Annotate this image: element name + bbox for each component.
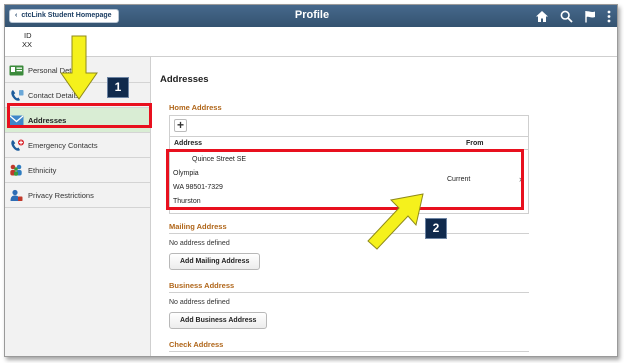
id-label: ID [24, 31, 32, 40]
add-mailing-address-button[interactable]: Add Mailing Address [169, 253, 261, 270]
mailing-empty-text: No address defined [169, 240, 230, 247]
app-window: ‹ ctcLink Student Homepage Profile ID XX … [4, 4, 618, 357]
mailing-address-title: Mailing Address [169, 222, 227, 231]
privacy-user-icon [9, 189, 24, 202]
column-header-address: Address [174, 140, 203, 147]
arrow-down-icon [60, 35, 98, 100]
business-divider [169, 292, 529, 293]
home-icon[interactable] [535, 10, 549, 23]
highlight-box-home-address [166, 149, 524, 210]
arrow-up-right-icon [367, 193, 424, 250]
sidebar: Personal Details Contact Details Address… [5, 57, 151, 356]
addresses-heading: Addresses [160, 74, 209, 85]
highlight-box-addresses [7, 103, 152, 128]
sidebar-item-label: Ethnicity [28, 165, 57, 175]
check-divider [169, 351, 529, 352]
emergency-phone-icon [9, 139, 24, 152]
check-address-title: Check Address [169, 340, 224, 349]
header-bar: ‹ ctcLink Student Homepage Profile [5, 5, 617, 27]
business-empty-text: No address defined [169, 299, 230, 306]
sidebar-item-label: Privacy Restrictions [28, 190, 94, 200]
sidebar-item-ethnicity[interactable]: Ethnicity [5, 158, 150, 183]
business-address-title: Business Address [169, 281, 235, 290]
personal-details-icon [9, 64, 24, 77]
id-value: XX [22, 40, 33, 49]
step-2-callout: 2 [425, 218, 447, 239]
people-icon [9, 164, 24, 177]
column-header-from: From [466, 140, 484, 147]
flag-icon[interactable] [584, 10, 596, 23]
sidebar-item-label: Emergency Contacts [28, 140, 98, 150]
more-vertical-icon[interactable] [607, 10, 611, 23]
home-address-grid-header: Address From [170, 136, 528, 150]
page-title: Profile [294, 9, 330, 21]
phone-icon [9, 89, 24, 102]
header-actions [535, 8, 611, 24]
add-home-address-button[interactable]: + [174, 119, 187, 132]
search-icon[interactable] [560, 10, 573, 23]
sidebar-item-emergency-contacts[interactable]: Emergency Contacts [5, 133, 150, 158]
mailing-divider [169, 233, 529, 234]
sidebar-item-privacy-restrictions[interactable]: Privacy Restrictions [5, 183, 150, 208]
step-1-callout: 1 [107, 77, 129, 98]
home-address-title: Home Address [169, 103, 222, 112]
add-business-address-button[interactable]: Add Business Address [169, 312, 268, 329]
